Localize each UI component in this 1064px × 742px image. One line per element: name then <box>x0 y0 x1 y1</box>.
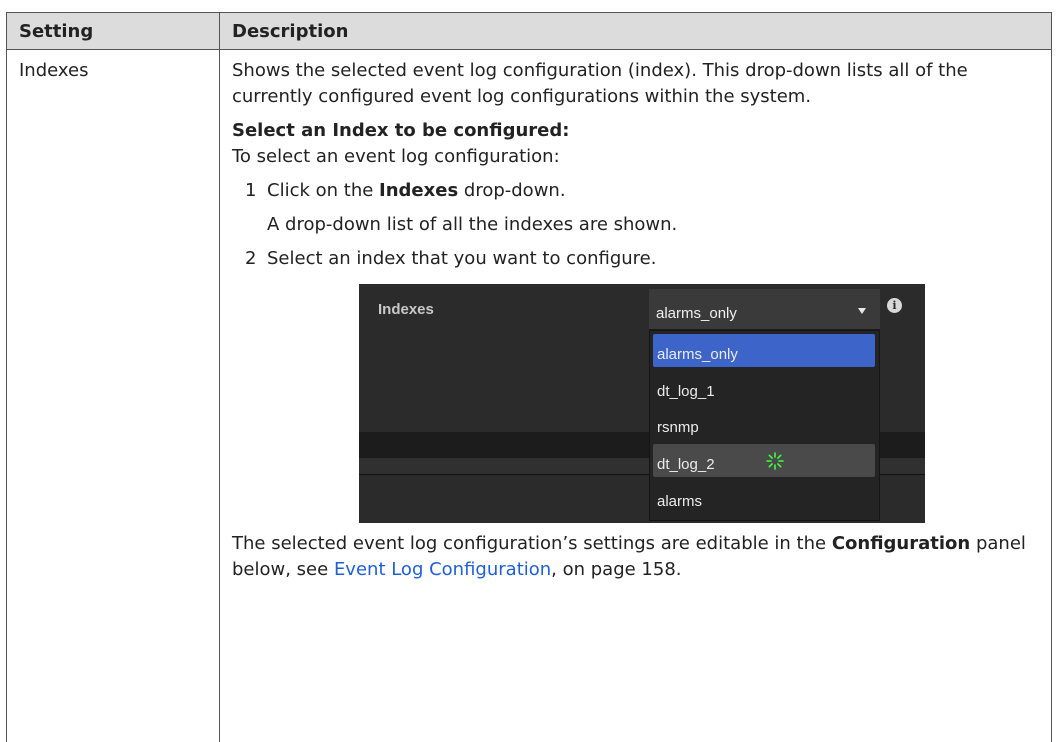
lead-text: To select an event log configuration: <box>232 144 1041 170</box>
indexes-select[interactable]: alarms_only <box>649 289 880 330</box>
indexes-dropdown-screenshot: Indexes alarms_only i alarms_only dt_log… <box>359 284 925 523</box>
option-label: dt_log_2 <box>657 456 715 473</box>
step-number: 1 <box>245 178 267 204</box>
step-2: 2Select an index that you want to config… <box>232 246 1041 272</box>
option-alarms[interactable]: alarms <box>653 481 875 514</box>
outro-bold-term: Configuration <box>832 533 970 554</box>
indexes-dropdown-list: alarms_only dt_log_1 rsnmp dt_log_2 <box>649 330 880 521</box>
outro-text-start: The selected event log configuration’s s… <box>232 533 832 554</box>
outro-text-end: , on page 158. <box>551 559 681 580</box>
step-number: 2 <box>245 246 267 272</box>
option-dt-log-2[interactable]: dt_log_2 <box>653 444 875 477</box>
description-cell: Shows the selected event log configurati… <box>220 50 1052 742</box>
step-text-end: drop-down. <box>458 180 565 201</box>
option-rsnmp[interactable]: rsnmp <box>653 407 875 440</box>
option-dt-log-1[interactable]: dt_log_1 <box>653 371 875 404</box>
step-bold-term: Indexes <box>379 180 458 201</box>
info-icon[interactable]: i <box>887 298 902 313</box>
step-1: 1Click on the Indexes drop-down. <box>232 178 1041 204</box>
event-log-configuration-link[interactable]: Event Log Configuration <box>334 559 551 580</box>
header-setting: Setting <box>7 13 220 50</box>
spinner-icon <box>766 452 784 470</box>
table-row: Indexes Shows the selected event log con… <box>7 50 1052 742</box>
option-alarms-only[interactable]: alarms_only <box>653 334 875 367</box>
setting-name: Indexes <box>7 50 220 742</box>
selected-value: alarms_only <box>656 301 737 327</box>
outro-text: The selected event log configuration’s s… <box>232 531 1041 583</box>
chevron-down-icon[interactable] <box>858 308 866 314</box>
table-header-row: Setting Description <box>7 13 1052 50</box>
header-description: Description <box>220 13 1052 50</box>
step-1-note: A drop-down list of all the indexes are … <box>232 212 1041 238</box>
step-text: Click on the <box>267 180 379 201</box>
step-text: Select an index that you want to configu… <box>267 248 656 269</box>
indexes-label: Indexes <box>378 297 434 323</box>
section-heading: Select an Index to be configured: <box>232 118 1041 144</box>
intro-text: Shows the selected event log configurati… <box>232 58 1041 110</box>
settings-table: Setting Description Indexes Shows the se… <box>6 12 1052 742</box>
